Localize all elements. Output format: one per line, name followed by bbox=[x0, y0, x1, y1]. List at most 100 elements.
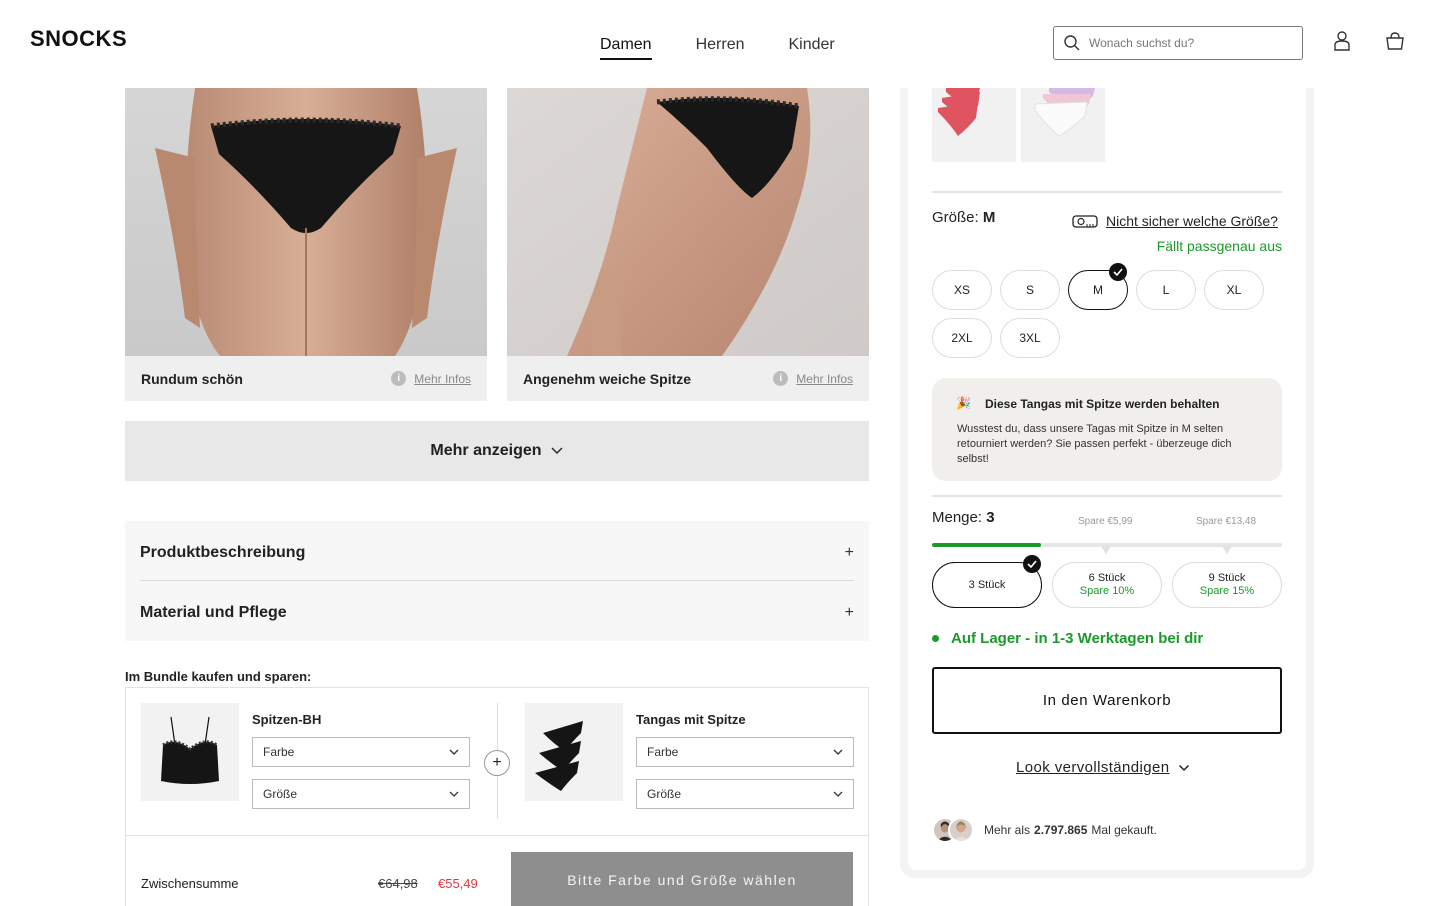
divider bbox=[126, 835, 868, 836]
progress-marker bbox=[1101, 546, 1111, 554]
divider bbox=[932, 495, 1282, 497]
quantity-label: Menge: 3 bbox=[932, 509, 995, 526]
size-label: Größe: M bbox=[932, 209, 995, 226]
subtotal-label: Zwischensumme bbox=[141, 876, 239, 891]
size-guide-link[interactable]: Nicht sicher welche Größe? bbox=[1072, 213, 1278, 229]
purchase-count: 2.797.865 bbox=[1034, 823, 1088, 837]
info-icon: i bbox=[391, 371, 407, 386]
divider bbox=[140, 580, 854, 581]
nav-item-damen[interactable]: Damen bbox=[600, 36, 652, 60]
info-box-text: Wusstest du, dass unsere Tagas mit Spitz… bbox=[957, 423, 1232, 465]
selected-quantity: 3 bbox=[986, 509, 995, 526]
selected-check-icon bbox=[1109, 263, 1127, 281]
accordion-label: Produktbeschreibung bbox=[140, 544, 306, 561]
size-option-3xl[interactable]: 3XL bbox=[1000, 318, 1060, 358]
chevron-down-icon bbox=[833, 749, 843, 755]
avatar bbox=[948, 817, 974, 843]
cart-icon[interactable] bbox=[1385, 30, 1405, 52]
show-more-label: Mehr anzeigen bbox=[430, 442, 542, 459]
chevron-down-icon bbox=[833, 791, 843, 797]
size-select[interactable]: Größe bbox=[636, 779, 854, 809]
search-box[interactable] bbox=[1053, 26, 1303, 60]
info-box-title: Diese Tangas mit Spitze werden behalten bbox=[985, 397, 1220, 411]
party-popper-icon: 🎉 bbox=[956, 396, 971, 410]
site-header: SNOCKS Damen Herren Kinder bbox=[0, 0, 1440, 88]
bundle-product-image-bra[interactable] bbox=[141, 703, 239, 801]
size-label-text: Größe: bbox=[932, 209, 979, 226]
save-hint: Spare €13,48 bbox=[1196, 516, 1257, 527]
more-info-label[interactable]: Mehr Infos bbox=[414, 372, 471, 386]
bundle-plus-icon: + bbox=[484, 750, 510, 776]
quantity-progress-fill bbox=[932, 543, 1041, 547]
old-price: €64,98 bbox=[378, 876, 418, 891]
retention-info-box: 🎉 Diese Tangas mit Spitze werden behalte… bbox=[932, 378, 1282, 481]
chevron-down-icon bbox=[1178, 764, 1189, 771]
size-select[interactable]: Größe bbox=[252, 779, 470, 809]
social-proof-suffix: Mal gekauft. bbox=[1091, 823, 1157, 837]
bundle-product-image-tangas[interactable] bbox=[525, 703, 623, 801]
bundle-item-name: Tangas mit Spitze bbox=[636, 712, 746, 727]
plus-icon: + bbox=[844, 604, 854, 621]
complete-look-toggle[interactable]: Look vervollständigen bbox=[1016, 759, 1190, 776]
show-more-button[interactable]: Mehr anzeigen bbox=[125, 421, 869, 481]
size-option-s[interactable]: S bbox=[1000, 270, 1060, 310]
selected-check-icon bbox=[1023, 555, 1041, 573]
more-info-link[interactable]: i Mehr Infos bbox=[773, 371, 853, 386]
size-option-xs[interactable]: XS bbox=[932, 270, 992, 310]
bundle-add-button[interactable]: Bitte Farbe und Größe wählen bbox=[511, 852, 853, 906]
gallery-caption: Angenehm weiche Spitze bbox=[523, 371, 692, 387]
search-input[interactable] bbox=[1089, 36, 1289, 50]
color-select[interactable]: Farbe bbox=[636, 737, 854, 767]
social-proof-prefix: Mehr als bbox=[984, 823, 1031, 837]
logo[interactable]: SNOCKS bbox=[30, 26, 127, 52]
product-photo[interactable] bbox=[507, 88, 869, 356]
quantity-option-9[interactable]: 9 Stück Spare 15% bbox=[1172, 562, 1282, 608]
color-select[interactable]: Farbe bbox=[252, 737, 470, 767]
quantity-option-label: 6 Stück bbox=[1088, 572, 1126, 584]
fit-indicator: Fällt passgenau aus bbox=[1156, 238, 1282, 254]
more-info-link[interactable]: i Mehr Infos bbox=[391, 371, 471, 386]
accordion-material-und-pflege[interactable]: Material und Pflege + bbox=[140, 583, 854, 643]
plus-icon: + bbox=[844, 544, 854, 561]
bundle-box: Spitzen-BH Farbe Größe + Tangas mit Spit… bbox=[125, 687, 869, 906]
color-variant-thumb-red[interactable] bbox=[932, 88, 1016, 162]
customer-avatars bbox=[932, 817, 976, 843]
chevron-down-icon bbox=[551, 447, 563, 454]
complete-look-label: Look vervollständigen bbox=[1016, 759, 1170, 776]
main-nav: Damen Herren Kinder bbox=[600, 36, 835, 60]
quantity-option-label: 3 Stück bbox=[968, 578, 1006, 591]
size-option-2xl[interactable]: 2XL bbox=[932, 318, 992, 358]
chevron-down-icon bbox=[449, 791, 459, 797]
product-photo[interactable] bbox=[125, 88, 487, 356]
info-icon: i bbox=[773, 371, 789, 386]
quantity-option-save: Spare 10% bbox=[1079, 585, 1135, 597]
gallery-card: Rundum schön i Mehr Infos bbox=[125, 88, 487, 401]
size-select-label: Größe bbox=[263, 787, 298, 801]
save-hint: Spare €5,99 bbox=[1078, 516, 1133, 527]
size-guide-label[interactable]: Nicht sicher welche Größe? bbox=[1106, 213, 1278, 229]
gallery-caption: Rundum schön bbox=[141, 371, 243, 387]
chevron-down-icon bbox=[449, 749, 459, 755]
account-icon[interactable] bbox=[1332, 30, 1352, 52]
nav-item-kinder[interactable]: Kinder bbox=[788, 36, 834, 60]
color-select-label: Farbe bbox=[263, 745, 295, 759]
progress-marker bbox=[1222, 546, 1232, 554]
gallery-card: Angenehm weiche Spitze i Mehr Infos bbox=[507, 88, 869, 401]
nav-item-herren[interactable]: Herren bbox=[696, 36, 745, 60]
sale-price: €55,49 bbox=[438, 876, 478, 891]
quantity-option-6[interactable]: 6 Stück Spare 10% bbox=[1052, 562, 1162, 608]
more-info-label[interactable]: Mehr Infos bbox=[796, 372, 853, 386]
accordion-label: Material und Pflege bbox=[140, 604, 287, 621]
bundle-item-name: Spitzen-BH bbox=[252, 712, 322, 727]
quantity-option-label: 9 Stück bbox=[1208, 572, 1246, 584]
divider bbox=[932, 191, 1282, 193]
bundle-title: Im Bundle kaufen und sparen: bbox=[125, 669, 312, 684]
stock-status: Auf Lager - in 1-3 Werktagen bei dir bbox=[932, 630, 1203, 647]
size-option-xl[interactable]: XL bbox=[1204, 270, 1264, 310]
color-select-label: Farbe bbox=[647, 745, 679, 759]
size-option-l[interactable]: L bbox=[1136, 270, 1196, 310]
add-to-cart-button[interactable]: In den Warenkorb bbox=[932, 667, 1282, 734]
accordion-produktbeschreibung[interactable]: Produktbeschreibung + bbox=[140, 523, 854, 583]
measuring-tape-icon bbox=[1072, 215, 1098, 228]
color-variant-thumb-pastel[interactable] bbox=[1021, 88, 1105, 162]
